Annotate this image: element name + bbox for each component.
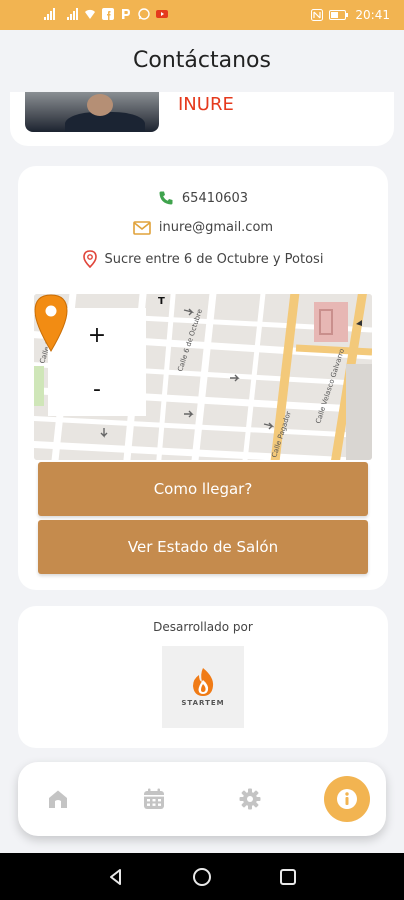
wifi-icon bbox=[85, 9, 95, 19]
back-icon[interactable] bbox=[106, 867, 126, 887]
email-row[interactable]: inure@gmail.com bbox=[18, 220, 388, 235]
phone-icon bbox=[159, 191, 173, 205]
info-icon bbox=[337, 789, 357, 809]
status-bar: 20:41 bbox=[0, 0, 404, 30]
signal-icon bbox=[67, 8, 78, 20]
battery-icon bbox=[329, 10, 349, 20]
developer-logo[interactable]: STARTEM bbox=[162, 646, 244, 728]
home-circle-icon[interactable] bbox=[192, 867, 212, 887]
contact-card: 65410603 inure@gmail.com Sucre entre 6 d… bbox=[18, 166, 388, 590]
nav-info[interactable] bbox=[324, 776, 370, 822]
whatsapp-icon bbox=[138, 8, 150, 20]
address-row[interactable]: Sucre entre 6 de Octubre y Potosi bbox=[18, 250, 388, 268]
page-title: Contáctanos bbox=[133, 48, 271, 73]
parking-app-icon bbox=[122, 9, 130, 19]
facebook-icon bbox=[102, 8, 114, 20]
recents-icon[interactable] bbox=[278, 867, 298, 887]
svg-text:T: T bbox=[158, 296, 165, 307]
venue-photo bbox=[25, 92, 159, 132]
venue-name: INURE bbox=[178, 94, 234, 115]
email-icon bbox=[133, 220, 151, 235]
directions-button[interactable]: Como llegar? bbox=[38, 462, 368, 516]
bottom-nav bbox=[18, 762, 386, 836]
address-text: Sucre entre 6 de Octubre y Potosi bbox=[104, 251, 324, 267]
nfc-icon bbox=[311, 9, 324, 21]
flame-icon bbox=[193, 668, 214, 696]
developer-label: Desarrollado por bbox=[153, 620, 253, 634]
nav-home[interactable] bbox=[38, 779, 78, 819]
location-icon bbox=[82, 250, 97, 268]
salon-status-button[interactable]: Ver Estado de Salón bbox=[38, 520, 368, 574]
developer-card: Desarrollado por STARTEM bbox=[18, 606, 388, 748]
developer-brand: STARTEM bbox=[181, 699, 225, 707]
nav-calendar[interactable] bbox=[134, 779, 174, 819]
phone-row[interactable]: 65410603 bbox=[18, 190, 388, 206]
venue-card[interactable]: INURE bbox=[10, 92, 394, 146]
status-time: 20:41 bbox=[355, 8, 390, 22]
zoom-out-button[interactable]: - bbox=[48, 362, 146, 416]
email-text: inure@gmail.com bbox=[158, 220, 274, 235]
phone-text: 65410603 bbox=[181, 190, 249, 206]
location-map[interactable]: Calle 6 de Octubre Calle Velasco Galvarr… bbox=[34, 294, 372, 460]
home-icon bbox=[49, 790, 67, 808]
signal-icon bbox=[44, 8, 55, 20]
map-pin-icon[interactable] bbox=[34, 294, 68, 352]
settings-icon bbox=[239, 788, 261, 810]
youtube-icon bbox=[156, 10, 168, 18]
calendar-icon bbox=[144, 788, 164, 809]
system-nav-bar bbox=[0, 853, 404, 900]
nav-settings[interactable] bbox=[230, 779, 270, 819]
